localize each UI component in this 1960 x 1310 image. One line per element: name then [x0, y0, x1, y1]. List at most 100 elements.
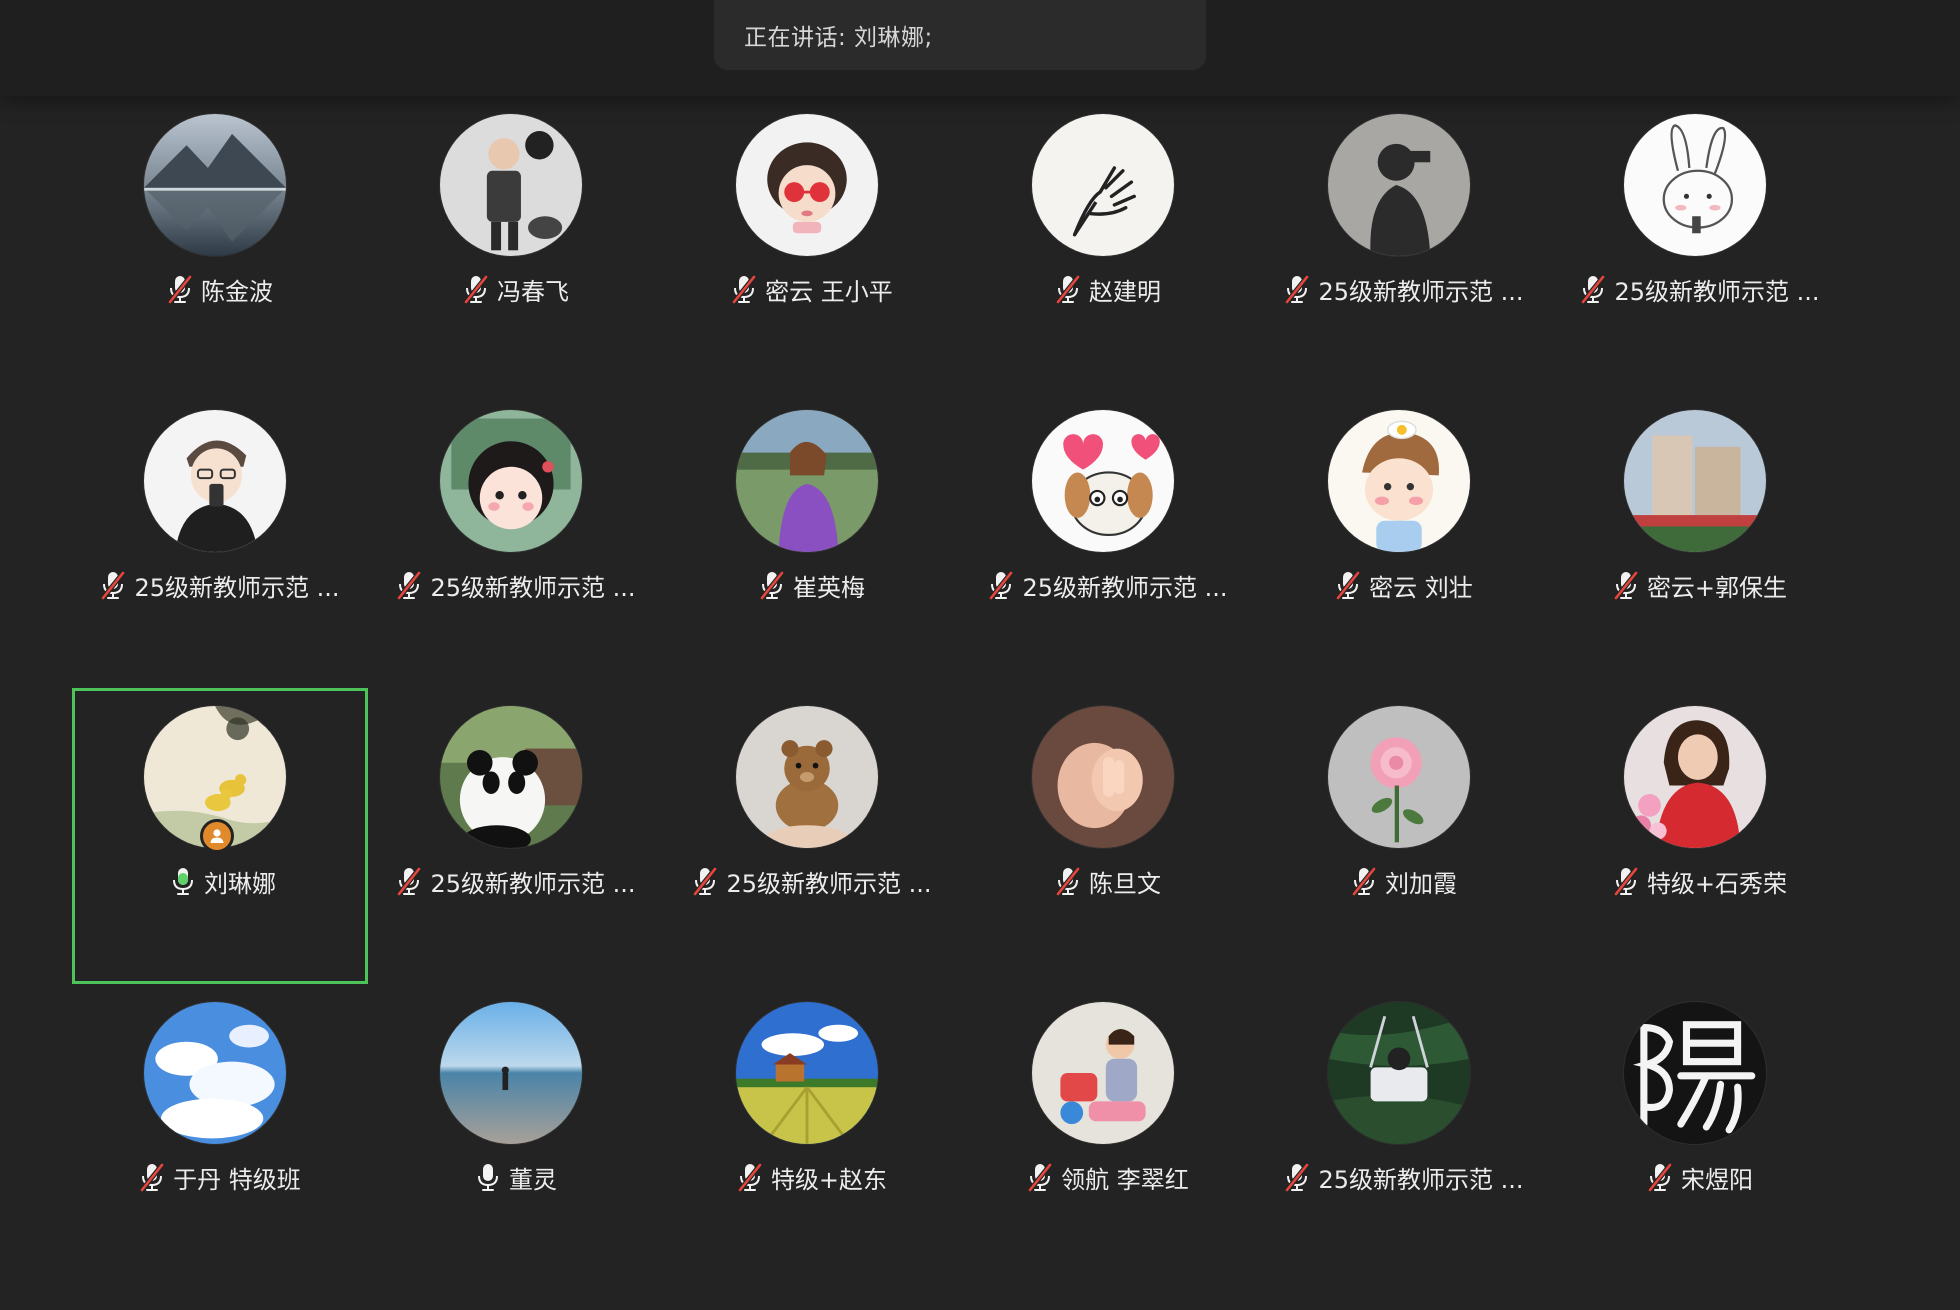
- participant-tile[interactable]: 密云+郭保生: [1552, 392, 1848, 688]
- avatar: [1032, 114, 1174, 256]
- participant-name-row: 冯春飞: [368, 272, 664, 306]
- mic-muted-icon: [396, 866, 422, 896]
- avatar: [1624, 114, 1766, 256]
- participant-name-row: 25级新教师示范 ...: [664, 864, 960, 898]
- participant-tile[interactable]: 25级新教师示范 ...: [664, 688, 960, 984]
- participant-tile[interactable]: 特级+石秀荣: [1552, 688, 1848, 984]
- participant-name: 宋煜阳: [1681, 1165, 1753, 1194]
- mic-muted-icon: [731, 274, 757, 304]
- participant-name: 特级+赵东: [770, 1165, 888, 1194]
- participant-name-row: 陈旦文: [960, 864, 1256, 898]
- participant-name-row: 密云 刘壮: [1256, 568, 1552, 602]
- participant-tile[interactable]: 25级新教师示范 ...: [72, 392, 368, 688]
- participant-tile[interactable]: 特级+赵东: [664, 984, 960, 1280]
- participant-tile[interactable]: 25级新教师示范 ...: [368, 392, 664, 688]
- mic-muted-icon: [1284, 274, 1310, 304]
- participant-tile-active[interactable]: 刘琳娜: [72, 688, 368, 984]
- participant-tile[interactable]: 密云 刘壮: [1256, 392, 1552, 688]
- participant-tile[interactable]: 25级新教师示范 ...: [1256, 984, 1552, 1280]
- participant-name: 密云+郭保生: [1646, 573, 1788, 602]
- participant-name: 董灵: [509, 1165, 557, 1194]
- participant-tile[interactable]: 25级新教师示范 ...: [1552, 96, 1848, 392]
- participant-tile[interactable]: 领航 李翠红: [960, 984, 1256, 1280]
- avatar: [440, 114, 582, 256]
- participant-tile[interactable]: 陈金波: [72, 96, 368, 392]
- mic-muted-icon: [100, 570, 126, 600]
- mic-muted-icon: [1055, 274, 1081, 304]
- participant-name-row: 25级新教师示范 ...: [1256, 272, 1552, 306]
- participant-name-row: 特级+石秀荣: [1552, 864, 1848, 898]
- mic-muted-icon: [1351, 866, 1377, 896]
- mic-muted-icon: [759, 570, 785, 600]
- participant-name: 密云 刘壮: [1369, 573, 1473, 602]
- mic-muted-icon: [1613, 866, 1639, 896]
- avatar: [440, 706, 582, 848]
- participant-name: 赵建明: [1089, 277, 1161, 306]
- mic-speaking-icon: [170, 866, 196, 896]
- participant-tile[interactable]: 宋煜阳: [1552, 984, 1848, 1280]
- speaking-indicator: 正在讲话: 刘琳娜;: [714, 0, 1206, 70]
- participant-tile[interactable]: 崔英梅: [664, 392, 960, 688]
- mic-muted-icon: [139, 1162, 165, 1192]
- mic-muted-icon: [1647, 1162, 1673, 1192]
- participant-tile[interactable]: 董灵: [368, 984, 664, 1280]
- participant-name-row: 25级新教师示范 ...: [1552, 272, 1848, 306]
- participant-name: 陈旦文: [1089, 869, 1161, 898]
- mic-muted-icon: [1027, 1162, 1053, 1192]
- host-person-icon: [200, 819, 234, 853]
- participant-name-row: 25级新教师示范 ...: [368, 568, 664, 602]
- participant-name: 刘加霞: [1385, 869, 1457, 898]
- mic-muted-icon: [988, 570, 1014, 600]
- mic-muted-icon: [1613, 570, 1639, 600]
- mic-muted-icon: [1055, 866, 1081, 896]
- avatar: [1032, 410, 1174, 552]
- mic-muted-icon: [1580, 274, 1606, 304]
- participant-name-row: 刘加霞: [1256, 864, 1552, 898]
- participant-name-row: 25级新教师示范 ...: [368, 864, 664, 898]
- participant-name-row: 赵建明: [960, 272, 1256, 306]
- participant-tile[interactable]: 刘加霞: [1256, 688, 1552, 984]
- speaking-indicator-text: 正在讲话: 刘琳娜;: [744, 25, 933, 51]
- avatar: [440, 1002, 582, 1144]
- participant-name: 刘琳娜: [204, 869, 276, 898]
- avatar: [1328, 114, 1470, 256]
- participant-name-row: 刘琳娜: [75, 864, 371, 898]
- participant-name-row: 于丹 特级班: [72, 1160, 368, 1194]
- participant-name: 25级新教师示范 ...: [430, 573, 636, 602]
- participant-name-row: 密云 王小平: [664, 272, 960, 306]
- avatar: [736, 1002, 878, 1144]
- avatar: [1032, 1002, 1174, 1144]
- participant-tile[interactable]: 冯春飞: [368, 96, 664, 392]
- participant-tile[interactable]: 25级新教师示范 ...: [960, 392, 1256, 688]
- participant-name-row: 领航 李翠红: [960, 1160, 1256, 1194]
- mic-muted-icon: [1335, 570, 1361, 600]
- avatar: [144, 114, 286, 256]
- participant-name: 特级+石秀荣: [1646, 869, 1788, 898]
- avatar: [144, 410, 286, 552]
- mic-muted-icon: [1284, 1162, 1310, 1192]
- avatar: [1624, 1002, 1766, 1144]
- participant-tile[interactable]: 于丹 特级班: [72, 984, 368, 1280]
- participant-tile[interactable]: 赵建明: [960, 96, 1256, 392]
- avatar: [1624, 410, 1766, 552]
- participant-tile[interactable]: 密云 王小平: [664, 96, 960, 392]
- participant-name-row: 宋煜阳: [1552, 1160, 1848, 1194]
- avatar: [736, 114, 878, 256]
- participant-name-row: 25级新教师示范 ...: [960, 568, 1256, 602]
- participant-name: 崔英梅: [793, 573, 865, 602]
- mic-muted-icon: [737, 1162, 763, 1192]
- avatar: [736, 410, 878, 552]
- participant-name: 25级新教师示范 ...: [1318, 1165, 1524, 1194]
- participant-tile[interactable]: 25级新教师示范 ...: [1256, 96, 1552, 392]
- participant-name-row: 陈金波: [72, 272, 368, 306]
- participant-name: 于丹 特级班: [173, 1165, 301, 1194]
- avatar: [736, 706, 878, 848]
- avatar: [1624, 706, 1766, 848]
- participant-name: 25级新教师示范 ...: [430, 869, 636, 898]
- participant-name-row: 25级新教师示范 ...: [1256, 1160, 1552, 1194]
- avatar: [1328, 706, 1470, 848]
- participant-name: 陈金波: [201, 277, 273, 306]
- participant-tile[interactable]: 陈旦文: [960, 688, 1256, 984]
- participant-name-row: 25级新教师示范 ...: [72, 568, 368, 602]
- participant-tile[interactable]: 25级新教师示范 ...: [368, 688, 664, 984]
